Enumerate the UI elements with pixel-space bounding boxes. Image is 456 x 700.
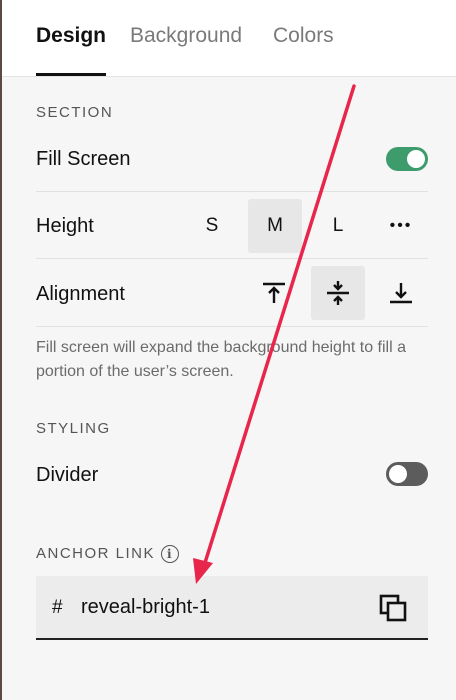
height-option-m[interactable]: M: [248, 199, 302, 253]
anchor-link-input[interactable]: reveal-bright-1: [81, 596, 210, 619]
section-heading: SECTION: [36, 104, 114, 121]
tab-colors[interactable]: Colors: [273, 24, 334, 48]
height-more-options-button[interactable]: •••: [374, 199, 428, 253]
align-top-icon: [263, 282, 285, 303]
anchor-link-field[interactable]: # reveal-bright-1: [36, 576, 428, 640]
height-option-l[interactable]: L: [311, 199, 365, 253]
styling-heading: STYLING: [36, 420, 111, 437]
height-option-s[interactable]: S: [185, 199, 239, 253]
tab-bar: Design Background Colors: [2, 0, 456, 77]
row-divider: [36, 326, 428, 327]
hash-prefix: #: [52, 597, 63, 618]
divider-toggle[interactable]: [386, 462, 428, 486]
toggle-knob: [389, 465, 407, 483]
anchor-link-heading: ANCHOR LINK i: [36, 545, 180, 564]
active-tab-indicator: [36, 73, 106, 76]
copy-icon[interactable]: [379, 594, 407, 622]
info-icon[interactable]: i: [161, 545, 180, 564]
anchor-link-heading-text: ANCHOR LINK: [36, 545, 156, 562]
height-label: Height: [36, 215, 94, 237]
align-bottom-button[interactable]: [374, 266, 428, 320]
divider-label: Divider: [36, 464, 99, 486]
design-panel: Design Background Colors SECTION Fill Sc…: [0, 0, 456, 700]
tab-background[interactable]: Background: [130, 24, 242, 48]
alignment-label: Alignment: [36, 283, 125, 305]
align-bottom-icon: [390, 283, 412, 304]
align-center-icon: [327, 281, 349, 305]
fill-screen-label: Fill Screen: [36, 148, 131, 170]
row-divider: [36, 258, 428, 259]
align-center-button[interactable]: [311, 266, 365, 320]
fill-screen-toggle[interactable]: [386, 147, 428, 171]
fill-screen-helper-text: Fill screen will expand the background h…: [36, 339, 406, 380]
align-top-button[interactable]: [247, 266, 301, 320]
tab-design[interactable]: Design: [36, 24, 106, 48]
row-divider: [36, 191, 428, 192]
toggle-knob: [407, 150, 425, 168]
